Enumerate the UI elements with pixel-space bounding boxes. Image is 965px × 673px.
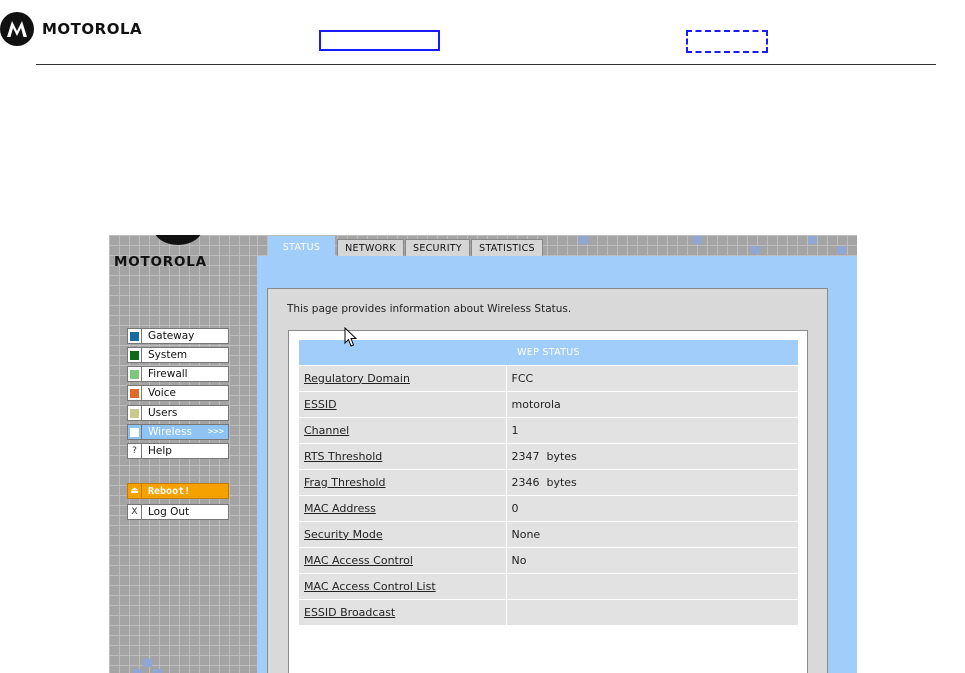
- menu-item-label: Users: [148, 407, 178, 419]
- sidebar: MOTOROLA Gateway System Firewall Voice U…: [109, 235, 257, 673]
- decor-square-icon: [153, 669, 162, 673]
- decor-square-icon: [143, 659, 152, 667]
- menu-item-label: Firewall: [148, 368, 188, 380]
- menu-swatch-icon: [128, 386, 142, 400]
- table-row: ESSID Broadcast: [299, 598, 798, 625]
- table-value: [506, 572, 798, 599]
- reboot-icon: ⏏: [128, 484, 142, 498]
- table-value: No: [506, 546, 798, 573]
- mac-access-control-link[interactable]: MAC Access Control: [304, 554, 413, 567]
- chevron-right-icon: >>>: [207, 427, 224, 437]
- menu-item-label: Wireless: [148, 426, 192, 438]
- essid-broadcast-link[interactable]: ESSID Broadcast: [304, 606, 395, 619]
- decor-square-icon: [693, 236, 702, 244]
- table-value: 1: [506, 416, 798, 443]
- table-value: 2347 bytes: [506, 442, 798, 469]
- decor-square-icon: [837, 246, 846, 254]
- table-value: 2346 bytes: [506, 468, 798, 495]
- table-row: Security Mode None: [299, 520, 798, 547]
- status-card: WEP STATUS Regulatory Domain FCC ESSID m…: [288, 330, 808, 673]
- logout-button[interactable]: X Log Out: [127, 504, 229, 520]
- page: MOTOROLA MOTOROLA Gateway System Firewal…: [0, 0, 965, 673]
- tab-network[interactable]: NETWORK: [337, 239, 404, 256]
- motorola-logo-icon: [0, 12, 34, 46]
- menu-swatch-icon: [128, 348, 142, 362]
- table-row: ESSID motorola: [299, 390, 798, 417]
- close-icon: X: [128, 505, 142, 519]
- table-value: [506, 598, 798, 625]
- menu-item-label: Voice: [148, 387, 176, 399]
- mouse-cursor-icon: [344, 327, 358, 347]
- menu-item-label: System: [148, 349, 188, 361]
- router-ui: MOTOROLA Gateway System Firewall Voice U…: [109, 235, 857, 673]
- menu-swatch-icon: [128, 367, 142, 381]
- table-row: MAC Access Control List: [299, 572, 798, 599]
- channel-link[interactable]: Channel: [304, 424, 349, 437]
- frag-threshold-link[interactable]: Frag Threshold: [304, 476, 385, 489]
- table-title: WEP STATUS: [299, 340, 798, 365]
- reboot-button[interactable]: ⏏ Reboot!: [127, 483, 229, 499]
- menu-item-users[interactable]: Users: [127, 405, 229, 421]
- table-value: FCC: [506, 364, 798, 391]
- table-row: Frag Threshold 2346 bytes: [299, 468, 798, 495]
- mac-access-control-list-link[interactable]: MAC Access Control List: [304, 580, 436, 593]
- tab-security[interactable]: SECURITY: [405, 239, 470, 256]
- tab-status[interactable]: STATUS: [268, 236, 335, 257]
- menu-item-firewall[interactable]: Firewall: [127, 366, 229, 382]
- table-row: RTS Threshold 2347 bytes: [299, 442, 798, 469]
- header-divider: [36, 64, 936, 65]
- table-row: Regulatory Domain FCC: [299, 364, 798, 391]
- table-row: Channel 1: [299, 416, 798, 443]
- menu-item-gateway[interactable]: Gateway: [127, 328, 229, 344]
- decor-square-icon: [579, 236, 588, 244]
- decor-square-icon: [751, 246, 760, 254]
- mac-address-link[interactable]: MAC Address: [304, 502, 376, 515]
- sidebar-logo-dome-icon: [153, 235, 203, 245]
- menu-item-label: Gateway: [148, 330, 195, 342]
- logout-label: Log Out: [148, 506, 190, 518]
- menu-item-help[interactable]: ? Help: [127, 443, 229, 459]
- table-value: 0: [506, 494, 798, 521]
- tab-statistics[interactable]: STATISTICS: [471, 239, 543, 256]
- menu-item-voice[interactable]: Voice: [127, 385, 229, 401]
- header-brand: MOTOROLA: [42, 20, 143, 38]
- highlight-box: [319, 30, 440, 51]
- rts-threshold-link[interactable]: RTS Threshold: [304, 450, 382, 463]
- menu-item-wireless[interactable]: Wireless >>>: [127, 424, 229, 440]
- security-mode-link[interactable]: Security Mode: [304, 528, 383, 541]
- decor-square-icon: [808, 236, 817, 244]
- help-icon: ?: [128, 444, 142, 458]
- menu-swatch-icon: [128, 329, 142, 343]
- wep-status-table: WEP STATUS Regulatory Domain FCC ESSID m…: [299, 340, 798, 625]
- reboot-label: Reboot!: [148, 485, 191, 497]
- table-row: MAC Access Control No: [299, 546, 798, 573]
- sidebar-brand: MOTOROLA: [114, 254, 207, 270]
- table-value: None: [506, 520, 798, 547]
- regulatory-domain-link[interactable]: Regulatory Domain: [304, 372, 410, 385]
- decor-square-icon: [133, 669, 142, 673]
- table-value: motorola: [506, 390, 798, 417]
- main-area: STATUS NETWORK SECURITY STATISTICS This …: [257, 235, 857, 673]
- menu-swatch-icon: [128, 406, 142, 420]
- menu-item-label: Help: [148, 445, 172, 457]
- essid-link[interactable]: ESSID: [304, 398, 337, 411]
- dashed-highlight-box: [686, 30, 768, 53]
- menu-swatch-icon: [128, 425, 142, 439]
- page-description: This page provides information about Wir…: [287, 303, 572, 315]
- table-row: MAC Address 0: [299, 494, 798, 521]
- menu-item-system[interactable]: System: [127, 347, 229, 363]
